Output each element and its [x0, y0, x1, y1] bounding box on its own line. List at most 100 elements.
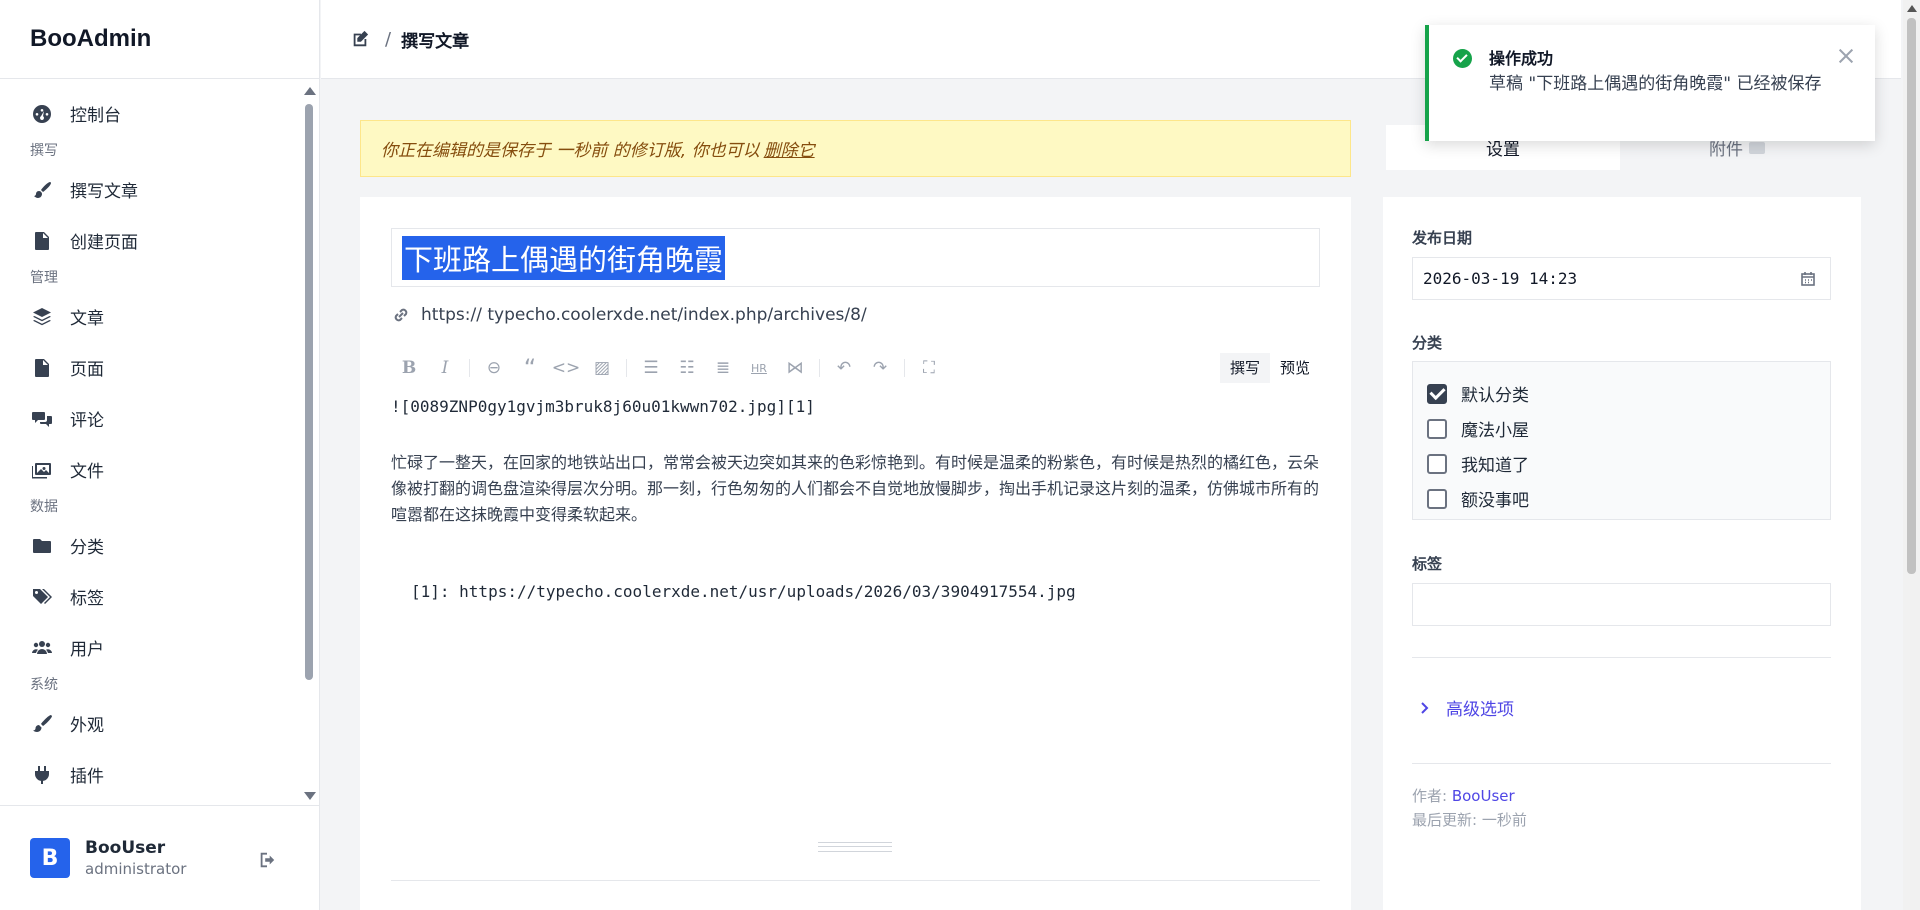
divider [391, 880, 1320, 881]
sidebar-item-comments[interactable]: 评论 [0, 393, 300, 444]
tags-input[interactable] [1412, 583, 1831, 626]
check-circle-icon [1453, 49, 1472, 68]
more-button[interactable]: ⋈ [777, 353, 813, 383]
undo-button[interactable]: ↶ [826, 353, 862, 383]
publish-date-input[interactable]: 2026-03-19 14:23 [1412, 257, 1831, 300]
bold-button[interactable]: B [391, 353, 427, 383]
breadcrumb-separator: / [385, 28, 392, 50]
plug-icon [35, 765, 49, 784]
editor-textarea[interactable]: ![0089ZNP0gy1gvjm3bruk8j60u01kwwn702.jpg… [391, 397, 1320, 601]
scroll-down-arrow[interactable] [304, 792, 316, 800]
advanced-options-label: 高级选项 [1446, 700, 1514, 720]
category-name: 魔法小屋 [1461, 421, 1529, 441]
code-icon: <> [551, 358, 581, 378]
divider [1412, 763, 1831, 764]
dashboard-icon [33, 104, 51, 123]
sidebar-item-pages[interactable]: 页面 [0, 342, 300, 393]
user-profile[interactable]: B BooUser administrator [0, 805, 320, 910]
sidebar-item-create-page[interactable]: 创建页面 [0, 215, 300, 266]
sidebar-item-label: 评论 [70, 411, 104, 431]
publish-date-value: 2026-03-19 14:23 [1423, 269, 1578, 288]
checkbox[interactable] [1427, 488, 1447, 509]
sidebar-item-label: 用户 [70, 640, 104, 660]
quote-button[interactable]: “ [512, 353, 548, 383]
page-scrollbar[interactable] [1903, 0, 1920, 910]
mode-switch: 撰写 预览 [1219, 353, 1320, 383]
layers-icon [33, 307, 51, 325]
notice-text: 你正在编辑的是保存于 一秒前 的修订版, 你也可以 [381, 141, 760, 161]
italic-icon: I [441, 358, 449, 378]
preview-mode-button[interactable]: 预览 [1270, 353, 1320, 383]
sidebar-item-label: 文章 [70, 309, 104, 329]
scroll-up-arrow[interactable] [1907, 5, 1917, 12]
link-icon [394, 308, 408, 322]
category-option[interactable]: 默认分类 [1413, 376, 1830, 411]
code-button[interactable]: <> [548, 353, 584, 383]
category-option[interactable]: 额没事吧 [1413, 481, 1830, 516]
link-button[interactable]: ⊖ [476, 353, 512, 383]
advanced-options-toggle[interactable]: 高级选项 [1412, 695, 1514, 720]
sidebar-item-appearance[interactable]: 外观 [0, 698, 300, 749]
toast-message: 草稿 "下班路上偶遇的街角晚霞" 已经被保存 [1489, 74, 1822, 94]
user-name: BooUser [85, 838, 166, 858]
checkbox[interactable] [1427, 453, 1447, 474]
redo-button[interactable]: ↷ [862, 353, 898, 383]
toolbar-divider [469, 359, 470, 377]
revision-notice: 你正在编辑的是保存于 一秒前 的修订版, 你也可以 删除它 [360, 120, 1351, 177]
scroll-up-arrow[interactable] [304, 87, 316, 95]
hr-button[interactable]: HR [741, 353, 777, 383]
scroll-thumb[interactable] [305, 104, 313, 680]
sidebar-item-label: 撰写文章 [70, 182, 138, 202]
sidebar-item-write-post[interactable]: 撰写文章 [0, 164, 300, 215]
write-mode-button[interactable]: 撰写 [1219, 353, 1270, 383]
sidebar-item-tags[interactable]: 标签 [0, 571, 300, 622]
italic-button[interactable]: I [427, 353, 463, 383]
author-meta: 作者: BooUser [1412, 785, 1515, 806]
category-name: 默认分类 [1461, 386, 1529, 406]
heading-button[interactable]: ≣ [705, 353, 741, 383]
edit-icon [353, 30, 369, 47]
author-label: 作者: [1412, 787, 1448, 805]
resize-handle[interactable] [818, 842, 892, 852]
tags-icon [33, 588, 52, 604]
scroll-thumb[interactable] [1907, 18, 1916, 574]
nav-group-manage: 管理 [30, 270, 58, 286]
author-link[interactable]: BooUser [1452, 787, 1515, 805]
category-option[interactable]: 魔法小屋 [1413, 411, 1830, 446]
brush-icon [34, 181, 51, 198]
attachment-count-badge [1749, 141, 1765, 154]
sidebar-item-plugins[interactable]: 插件 [0, 749, 300, 800]
sidebar-item-posts[interactable]: 文章 [0, 291, 300, 342]
divider [1412, 657, 1831, 658]
sidebar-item-label: 外观 [70, 716, 104, 736]
permalink[interactable]: https:// typecho.coolerxde.net/index.php… [391, 305, 867, 325]
category-list: 默认分类 魔法小屋 我知道了 额没事吧 [1412, 361, 1831, 520]
ordered-list-icon: ☰ [643, 358, 659, 378]
image-button[interactable]: ▨ [584, 353, 620, 383]
checkbox[interactable] [1427, 418, 1447, 439]
unordered-list-button[interactable]: ☷ [669, 353, 705, 383]
quote-icon: “ [523, 354, 537, 382]
close-icon[interactable] [1837, 47, 1855, 65]
fullscreen-button[interactable]: ⛶ [911, 353, 947, 383]
tags-label: 标签 [1412, 555, 1443, 573]
title-input[interactable]: 下班路上偶遇的街角晚霞 [391, 228, 1320, 287]
brand[interactable]: BooAdmin [0, 0, 319, 79]
delete-revision-link[interactable]: 删除它 [764, 136, 815, 161]
sidebar-item-users[interactable]: 用户 [0, 622, 300, 673]
sidebar-nav: 控制台 撰写 撰写文章 创建页面 管理 文章 页面 评论 文件 数据 分类 标签… [0, 79, 300, 805]
sidebar-item-dashboard[interactable]: 控制台 [0, 88, 300, 139]
user-role: administrator [85, 860, 187, 878]
sidebar-scrollbar[interactable] [302, 84, 316, 802]
logout-button[interactable] [258, 851, 276, 873]
sidebar-item-label: 文件 [70, 462, 104, 482]
checkbox-checked[interactable] [1427, 383, 1447, 404]
sidebar-item-files[interactable]: 文件 [0, 444, 300, 495]
editor-toolbar: B I ⊖ “ <> ▨ ☰ ☷ ≣ HR ⋈ ↶ ↷ ⛶ 撰写 预览 [391, 353, 1320, 383]
redo-icon: ↷ [872, 358, 888, 378]
ordered-list-button[interactable]: ☰ [633, 353, 669, 383]
comments-icon [32, 411, 52, 427]
category-option[interactable]: 我知道了 [1413, 446, 1830, 481]
folder-icon [33, 538, 51, 553]
sidebar-item-categories[interactable]: 分类 [0, 520, 300, 571]
